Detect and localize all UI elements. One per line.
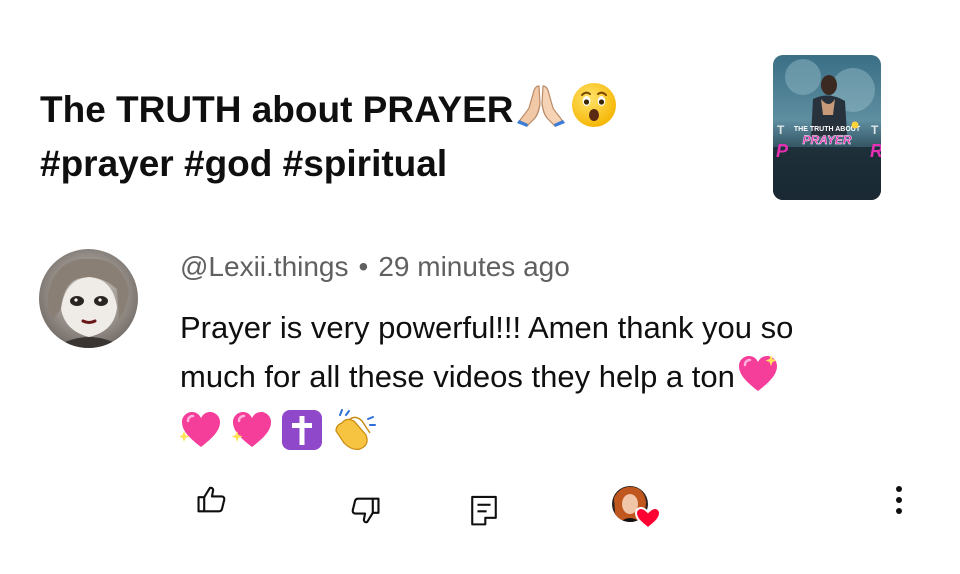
thumbnail-caption-main: PRAYER: [802, 133, 851, 147]
video-thumbnail[interactable]: T T THE TRUTH ABOUT PRAYER P R: [773, 55, 881, 200]
meta-separator: •: [358, 251, 369, 282]
comment-text-line-1: Prayer is very powerful!!! Amen thank yo…: [180, 310, 794, 345]
clapping-hands-emoji: [332, 409, 376, 458]
thumbs-down-icon: [351, 497, 380, 524]
more-vertical-icon: [896, 486, 902, 514]
title-hashtags[interactable]: #prayer #god #spiritual: [40, 140, 740, 188]
latin-cross-emoji: [281, 410, 323, 458]
comment-text-line-2: much for all these videos they help a to…: [180, 352, 900, 409]
comment-body: Prayer is very powerful!!! Amen thank yo…: [179, 303, 900, 458]
sparkling-heart-emoji: [737, 353, 779, 409]
svg-text:P: P: [776, 141, 789, 161]
comment-header: @Lexii.things • 29 minutes ago: [180, 250, 570, 284]
comment-text: much for all these videos they help a to…: [180, 359, 735, 394]
more-options-button[interactable]: [884, 480, 914, 520]
thumbs-up-icon: [197, 486, 226, 513]
creator-heart[interactable]: [610, 484, 662, 530]
folded-hands-emoji: [515, 82, 567, 140]
title-text: The TRUTH about PRAYER: [40, 89, 514, 130]
title-line-1: The TRUTH about PRAYER: [40, 82, 740, 140]
sparkling-heart-emoji: [179, 412, 222, 458]
thumbnail-caption-top: THE TRUTH ABOUT: [794, 126, 861, 133]
comment-emoji-row: [179, 409, 900, 458]
comment-author[interactable]: @Lexii.things: [180, 251, 349, 282]
reply-button[interactable]: [464, 490, 504, 530]
commenter-avatar[interactable]: [39, 249, 138, 348]
video-title[interactable]: The TRUTH about PRAYER #prayer #god #spi…: [40, 82, 740, 188]
svg-text:T: T: [777, 123, 785, 137]
like-button[interactable]: [192, 480, 232, 520]
svg-text:R: R: [870, 141, 881, 161]
svg-text:T: T: [871, 123, 879, 137]
creator-heart-icon: [612, 486, 662, 530]
comment-timestamp: 29 minutes ago: [378, 251, 570, 282]
reply-icon: [471, 495, 497, 526]
sparkling-heart-emoji: [231, 412, 273, 458]
astonished-face-emoji: [571, 82, 617, 140]
comment-page: The TRUTH about PRAYER #prayer #god #spi…: [0, 0, 960, 574]
dislike-button[interactable]: [345, 490, 385, 530]
